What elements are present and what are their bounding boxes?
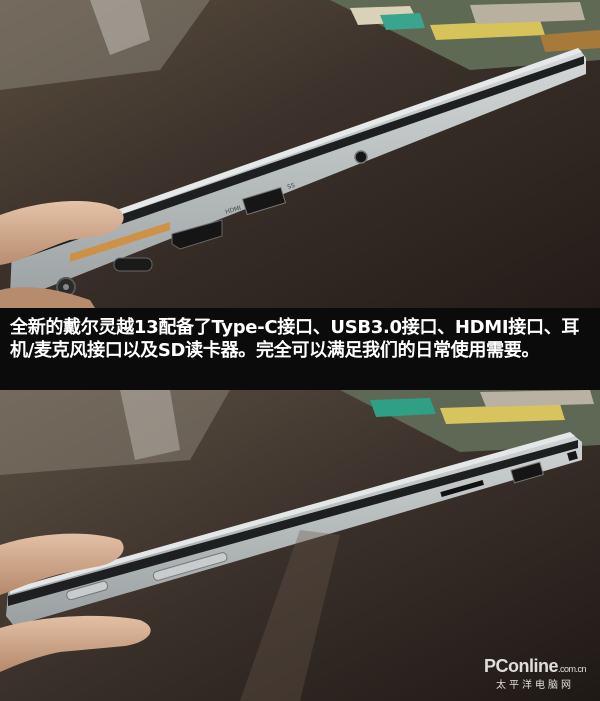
photo-laptop-right-side: PConline.com.cn 太平洋电脑网: [0, 390, 600, 701]
board-tile: [380, 13, 425, 30]
board-tile: [480, 390, 594, 407]
photo-top-svg: HDMI SS: [0, 0, 600, 308]
watermark-subtitle: 太平洋电脑网: [495, 680, 574, 691]
watermark-logo: PConline.com.cn: [483, 656, 587, 677]
usb-c-port: [113, 257, 153, 272]
watermark-logo-text: PConline: [483, 656, 559, 676]
caption-text: 全新的戴尔灵越13配备了Type-C接口、USB3.0接口、HDMI接口、耳机/…: [10, 317, 580, 361]
headphone-jack: [354, 150, 368, 164]
dc-pin: [63, 284, 69, 290]
photo-laptop-left-side: HDMI SS: [0, 0, 600, 308]
photo-bottom-svg: [0, 390, 600, 701]
board-tile: [370, 398, 436, 417]
watermark: PConline.com.cn 太平洋电脑网: [483, 656, 587, 691]
watermark-domain: .com.cn: [557, 664, 587, 674]
